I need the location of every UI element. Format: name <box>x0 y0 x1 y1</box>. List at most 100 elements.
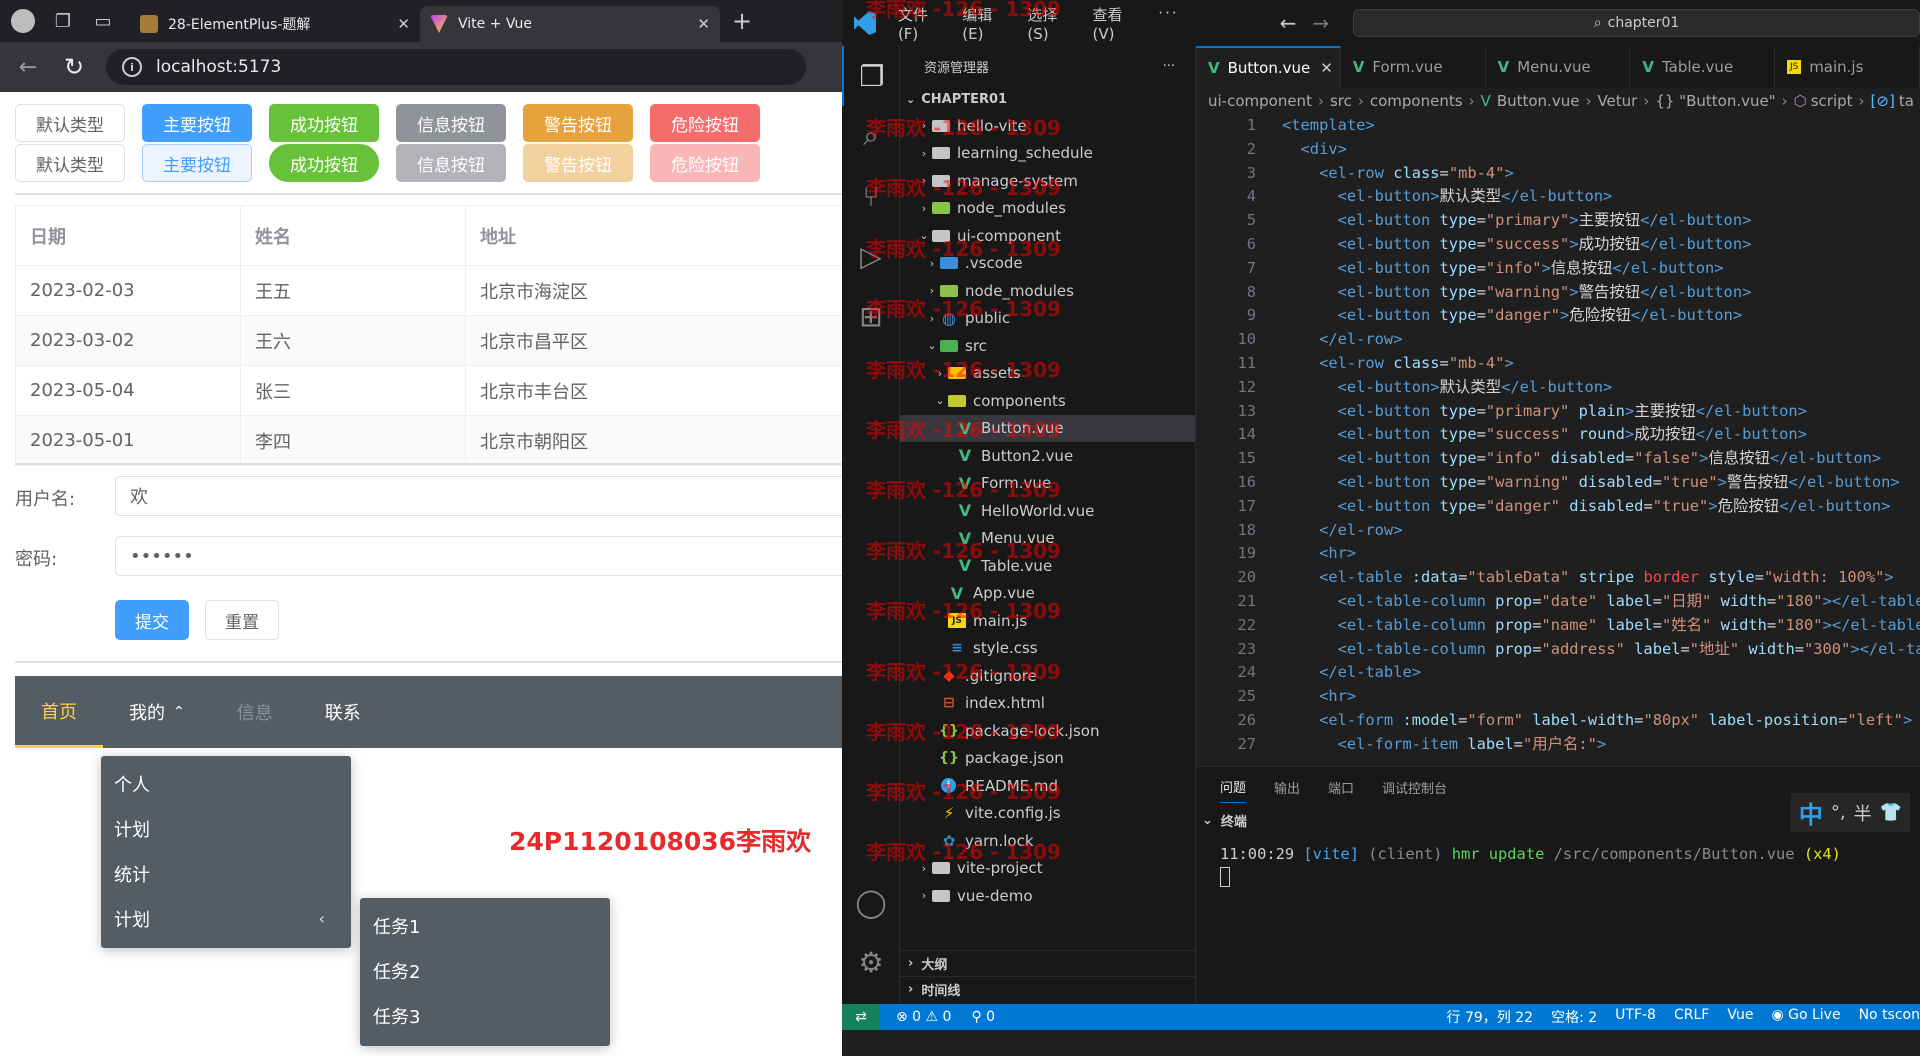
tree-item[interactable]: i README.md <box>900 772 1195 800</box>
success-round-button[interactable]: 成功按钮 <box>269 144 379 182</box>
tree-item[interactable]: ⚡ vite.config.js <box>900 800 1195 828</box>
tree-item[interactable]: › node_modules <box>900 277 1195 305</box>
panel-tab-problems[interactable]: 问题 <box>1220 771 1247 803</box>
breadcrumb-item[interactable]: ta <box>1899 92 1914 110</box>
table-row[interactable]: 2023-02-03 王五 北京市海淀区 <box>15 265 842 316</box>
breadcrumb-item[interactable]: Vetur <box>1597 92 1637 110</box>
menu-item-contact[interactable]: 联系 <box>299 676 387 748</box>
go-live-button[interactable]: ◉ Go Live <box>1771 1007 1840 1027</box>
ime-indicator[interactable]: 中 °, 半 👕 <box>1790 793 1910 832</box>
breadcrumb-item[interactable]: src <box>1330 92 1352 110</box>
tree-item[interactable]: › learning_schedule <box>900 140 1195 168</box>
info-button[interactable]: 信息按钮 <box>396 104 506 142</box>
command-center-search[interactable]: ⌕ chapter01 <box>1353 9 1920 37</box>
menu-item-home[interactable]: 首页 <box>15 676 103 748</box>
success-button[interactable]: 成功按钮 <box>269 104 379 142</box>
back-icon[interactable]: ← <box>10 49 46 85</box>
terminal-output[interactable]: 11:00:29 [vite] (client) hmr update /src… <box>1196 845 1920 863</box>
tree-item[interactable]: ⌄ ui-component <box>900 222 1195 250</box>
panel-tab-debug-console[interactable]: 调试控制台 <box>1382 778 1447 797</box>
menu-edit[interactable]: 编辑(E) <box>962 4 1006 43</box>
tree-item[interactable]: › .vscode <box>900 250 1195 278</box>
menu-view[interactable]: 查看(V) <box>1093 4 1138 43</box>
panel-tab-ports[interactable]: 端口 <box>1328 778 1354 797</box>
tsconfig-status[interactable]: No tscon <box>1859 1007 1920 1027</box>
reset-button[interactable]: 重置 <box>205 600 279 640</box>
tree-item[interactable]: V Form.vue <box>900 470 1195 498</box>
menu-item-mine[interactable]: 我的 ⌃ <box>103 676 211 748</box>
submenu-item-personal[interactable]: 个人 <box>101 761 351 806</box>
tree-item[interactable]: › manage-system <box>900 167 1195 195</box>
tree-item[interactable]: ⌄ src <box>900 332 1195 360</box>
nav-back-icon[interactable]: ← <box>1280 11 1297 35</box>
language-mode[interactable]: Vue <box>1727 1007 1753 1027</box>
tree-item[interactable]: ✿ yarn.lock <box>900 827 1195 855</box>
outline-section[interactable]: › 大纲 <box>900 950 1195 976</box>
tree-item[interactable]: V Menu.vue <box>900 525 1195 553</box>
table-row[interactable]: 2023-03-02 王六 北京市昌平区 <box>15 315 842 366</box>
submenu-item-stats[interactable]: 统计 <box>101 851 351 896</box>
new-tab-icon[interactable]: + <box>732 7 752 35</box>
profile-icon[interactable] <box>6 4 40 38</box>
editor-tab-form-vue[interactable]: V Form.vue <box>1341 46 1486 88</box>
menu-file[interactable]: 文件(F) <box>898 4 941 43</box>
editor-tab-button-vue[interactable]: V Button.vue ✕ <box>1196 46 1341 88</box>
tree-item[interactable]: V Button.vue <box>900 414 1195 442</box>
danger-button[interactable]: 危险按钮 <box>650 104 760 142</box>
menu-more[interactable]: ··· <box>1158 4 1178 43</box>
close-tab-icon[interactable]: ✕ <box>697 15 710 33</box>
tree-item[interactable]: › ◍ public <box>900 305 1195 333</box>
tree-item[interactable]: ⊟ index.html <box>900 690 1195 718</box>
breadcrumb-item[interactable]: Button.vue <box>1497 92 1580 110</box>
submit-button[interactable]: 提交 <box>115 600 189 640</box>
settings-gear-icon[interactable]: ⚙ <box>842 932 900 992</box>
default-button[interactable]: 默认类型 <box>15 144 125 182</box>
password-field[interactable]: •••••• <box>115 536 842 576</box>
username-field[interactable]: 欢 <box>115 476 842 516</box>
tree-item[interactable]: › vite-project <box>900 855 1195 883</box>
breadcrumb-item[interactable]: components <box>1370 92 1463 110</box>
workspace-root[interactable]: ⌄ CHAPTER01 <box>900 86 1195 112</box>
indentation[interactable]: 空格: 2 <box>1551 1007 1597 1027</box>
problems-count[interactable]: ⊗ 0 ⚠ 0 <box>896 1009 951 1025</box>
tab-actions-icon[interactable]: ▭ <box>86 4 120 38</box>
table-row[interactable]: 2023-05-04 张三 北京市丰台区 <box>15 365 842 416</box>
code-editor[interactable]: 1 <template> 2 <div> 3 <el-row class="mb-4"… <box>1196 114 1920 766</box>
tree-item[interactable]: V Button2.vue <box>900 442 1195 470</box>
source-control-icon[interactable]: ⑂ <box>842 166 900 226</box>
extensions-icon[interactable]: ⊞ <box>842 286 900 346</box>
tree-item[interactable]: V Table.vue <box>900 552 1195 580</box>
nav-forward-icon[interactable]: → <box>1312 11 1329 35</box>
task-item[interactable]: 任务3 <box>360 993 610 1038</box>
tree-item[interactable]: V App.vue <box>900 580 1195 608</box>
warning-button[interactable]: 警告按钮 <box>523 104 633 142</box>
tree-item[interactable]: › node_modules <box>900 195 1195 223</box>
browser-tab-elementplus[interactable]: 28-ElementPlus-题解 ✕ <box>130 6 420 42</box>
submenu-item-plan[interactable]: 计划 <box>101 806 351 851</box>
cursor-position[interactable]: 行 79，列 22 <box>1447 1007 1534 1027</box>
info-button[interactable]: 信息按钮 <box>396 144 506 182</box>
tree-item[interactable]: {} package-lock.json <box>900 717 1195 745</box>
tree-item[interactable]: ◆ .gitignore <box>900 662 1195 690</box>
breadcrumb-item[interactable]: script <box>1811 92 1853 110</box>
line-endings[interactable]: CRLF <box>1674 1007 1709 1027</box>
tree-item[interactable]: › hello-vite <box>900 112 1195 140</box>
ports-count[interactable]: ⚲ 0 <box>971 1009 995 1025</box>
close-tab-icon[interactable]: ✕ <box>397 15 410 33</box>
tree-item[interactable]: › vue-demo <box>900 882 1195 910</box>
submenu-item-plan-nested[interactable]: 计划 ‹ <box>101 896 351 941</box>
close-icon[interactable]: ✕ <box>1320 59 1333 77</box>
tree-item[interactable]: ≡ style.css <box>900 635 1195 663</box>
search-icon[interactable]: ⌕ <box>842 106 900 166</box>
editor-tab-menu-vue[interactable]: V Menu.vue <box>1486 46 1631 88</box>
timeline-section[interactable]: › 时间线 <box>900 976 1195 1002</box>
tree-item[interactable]: V HelloWorld.vue <box>900 497 1195 525</box>
tree-item[interactable]: ⌄ components <box>900 387 1195 415</box>
menu-selection[interactable]: 选择(S) <box>1027 4 1071 43</box>
task-item[interactable]: 任务2 <box>360 948 610 993</box>
browser-tab-vite[interactable]: Vite + Vue ✕ <box>420 6 720 42</box>
task-item[interactable]: 任务1 <box>360 903 610 948</box>
breadcrumb-item[interactable]: {} "Button.vue" <box>1655 92 1775 110</box>
panel-tab-output[interactable]: 输出 <box>1274 778 1300 797</box>
remote-icon[interactable]: ⇄ <box>842 1004 880 1030</box>
